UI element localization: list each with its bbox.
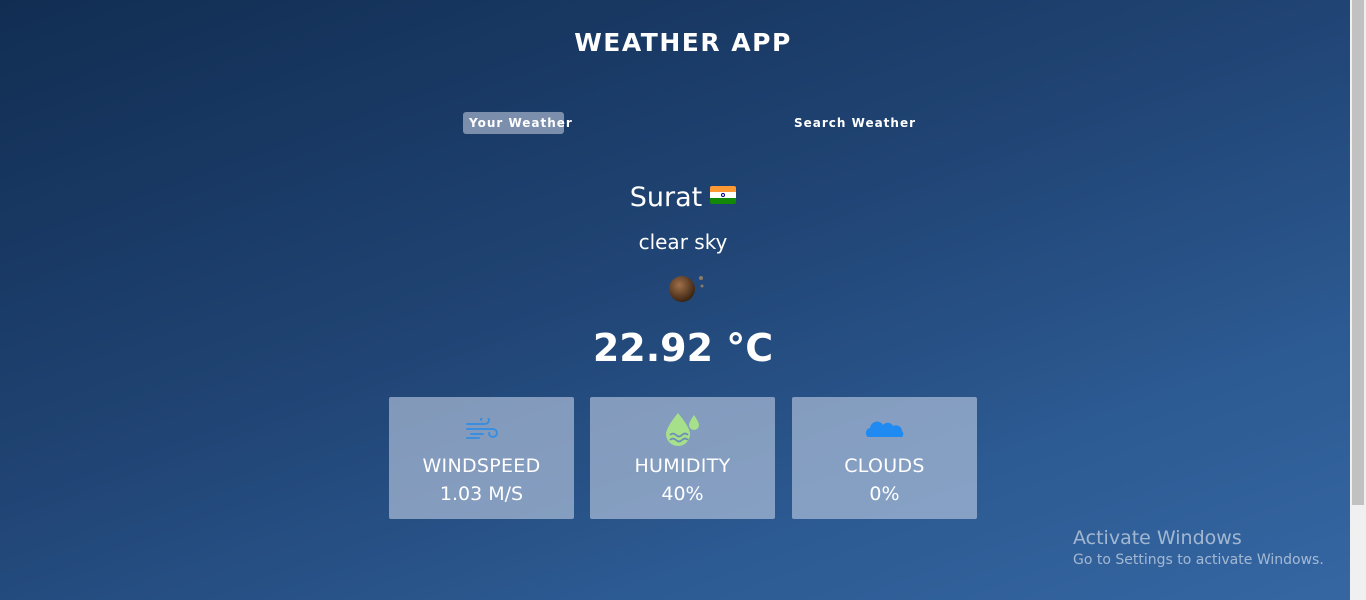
cloud-icon bbox=[792, 411, 977, 447]
windspeed-label: WINDSPEED bbox=[422, 455, 541, 477]
weather-app: WEATHER APP Your Weather Search Weather … bbox=[0, 0, 1350, 600]
clouds-label: CLOUDS bbox=[844, 455, 925, 477]
watermark-subtitle: Go to Settings to activate Windows. bbox=[1073, 552, 1324, 568]
humidity-label: HUMIDITY bbox=[634, 455, 731, 477]
india-flag-icon bbox=[710, 186, 737, 204]
clouds-card: CLOUDS 0% bbox=[792, 397, 977, 519]
app-title: WEATHER APP bbox=[574, 28, 792, 57]
vertical-scrollbar[interactable] bbox=[1350, 0, 1366, 600]
activate-windows-watermark: Activate Windows Go to Settings to activ… bbox=[1073, 527, 1324, 568]
wind-icon bbox=[389, 411, 574, 447]
watermark-title: Activate Windows bbox=[1073, 527, 1242, 549]
clear-sky-night-icon bbox=[666, 272, 706, 304]
location-row: Surat bbox=[0, 182, 1366, 213]
clouds-value: 0% bbox=[869, 483, 900, 505]
windspeed-value: 1.03 M/S bbox=[439, 483, 524, 505]
tab-your-weather[interactable]: Your Weather bbox=[463, 112, 572, 134]
humidity-icon bbox=[590, 411, 775, 447]
humidity-value: 40% bbox=[661, 483, 704, 505]
humidity-card: HUMIDITY 40% bbox=[590, 397, 775, 519]
scrollbar-thumb[interactable] bbox=[1352, 0, 1364, 505]
tab-search-weather[interactable]: Search Weather bbox=[788, 112, 922, 134]
city-name: Surat bbox=[629, 182, 703, 213]
windspeed-card: WINDSPEED 1.03 M/S bbox=[389, 397, 574, 519]
temperature: 22.92 °C bbox=[592, 326, 774, 370]
weather-description: clear sky bbox=[638, 230, 728, 254]
